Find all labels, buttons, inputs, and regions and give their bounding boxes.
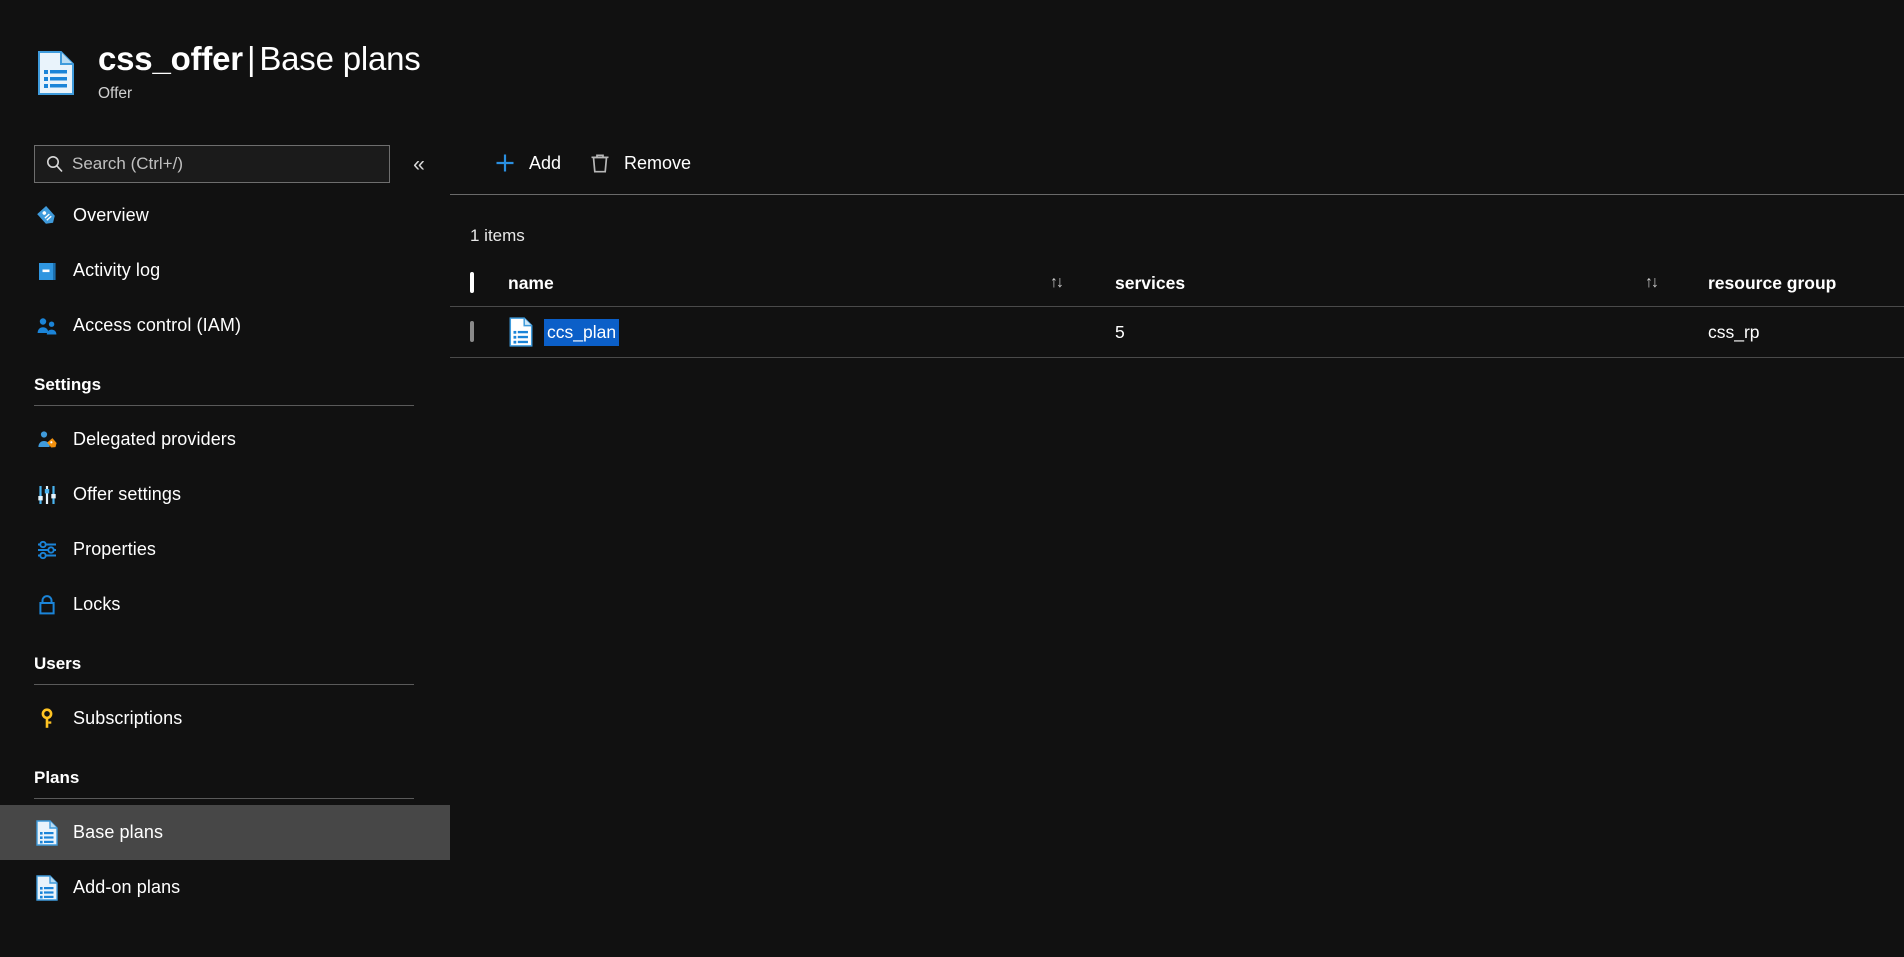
sidebar-group-users: Users — [0, 632, 450, 674]
row-name-value[interactable]: ccs_plan — [544, 319, 619, 346]
toolbar-divider — [450, 194, 1904, 195]
sidebar-item-access-control[interactable]: Access control (IAM) — [0, 298, 450, 353]
sidebar-item-label: Offer settings — [73, 484, 181, 505]
row-name-cell[interactable]: ccs_plan — [508, 317, 619, 347]
sidebar-group-title: Plans — [34, 768, 450, 788]
sidebar-group-plans: Plans — [0, 746, 450, 788]
add-button-label: Add — [529, 153, 561, 174]
sort-services-icon[interactable]: ↑↓ — [1050, 274, 1062, 292]
key-icon — [34, 706, 60, 732]
sidebar-group-divider — [34, 405, 414, 406]
trash-icon — [587, 150, 613, 176]
sidebar-item-label: Access control (IAM) — [73, 315, 241, 336]
tag-icon — [34, 203, 60, 229]
sort-resource-group-icon[interactable]: ↑↓ — [1645, 274, 1657, 292]
book-icon — [34, 258, 60, 284]
column-header-name[interactable]: name — [508, 273, 554, 294]
document-list-icon — [34, 875, 60, 901]
main-content: Add Remove 1 items name ↑↓ services ↑↓ r — [450, 132, 1904, 957]
sidebar-group-divider — [34, 684, 414, 685]
people-icon — [34, 313, 60, 339]
sidebar-search-row: « — [0, 145, 450, 185]
add-button[interactable]: Add — [492, 143, 561, 183]
sidebar-group-settings: Settings — [0, 353, 450, 395]
sidebar-item-label: Add-on plans — [73, 877, 180, 898]
checkbox-box — [470, 321, 474, 342]
select-all-checkbox[interactable] — [470, 274, 474, 292]
plans-grid: name ↑↓ services ↑↓ resource group — [450, 260, 1904, 358]
sidebar-item-label: Locks — [73, 594, 121, 615]
sidebar-item-base-plans[interactable]: Base plans — [0, 805, 450, 860]
command-toolbar: Add Remove — [450, 132, 717, 194]
checkbox-box — [470, 272, 474, 293]
sidebar-item-label: Subscriptions — [73, 708, 182, 729]
page-header: css_offer|Base plans Offer — [0, 0, 1904, 132]
plus-icon — [492, 150, 518, 176]
row-select-checkbox[interactable] — [470, 323, 474, 341]
sidebar-item-subscriptions[interactable]: Subscriptions — [0, 691, 450, 746]
sidebar-item-offer-settings[interactable]: Offer settings — [0, 467, 450, 522]
sidebar-nav-list: Overview Activity log Acc — [0, 188, 450, 915]
sidebar: « Overview — [0, 132, 450, 957]
column-header-resource-group[interactable]: resource group — [1708, 273, 1836, 294]
grid-row-divider — [450, 357, 1904, 358]
row-services-value: 5 — [1115, 322, 1125, 343]
sidebar-item-locks[interactable]: Locks — [0, 577, 450, 632]
sidebar-group-divider — [34, 798, 414, 799]
sidebar-item-properties[interactable]: Properties — [0, 522, 450, 577]
remove-button-label: Remove — [624, 153, 691, 174]
grid-header-row: name ↑↓ services ↑↓ resource group — [450, 260, 1904, 306]
sidebar-item-label: Activity log — [73, 260, 160, 281]
sidebar-item-overview[interactable]: Overview — [0, 188, 450, 243]
remove-button[interactable]: Remove — [587, 143, 691, 183]
page-title-section: Base plans — [259, 40, 420, 77]
collapse-sidebar-button[interactable]: « — [402, 151, 436, 179]
sidebar-item-label: Overview — [73, 205, 149, 226]
search-input[interactable] — [72, 154, 372, 174]
horizontal-sliders-icon — [34, 537, 60, 563]
document-list-icon — [34, 820, 60, 846]
search-box[interactable] — [34, 145, 390, 183]
table-row[interactable]: ccs_plan 5 css_rp — [450, 307, 1904, 357]
sidebar-item-label: Base plans — [73, 822, 163, 843]
page-title: css_offer|Base plans — [98, 38, 421, 80]
sidebar-group-title: Settings — [34, 375, 450, 395]
page-subtitle: Offer — [98, 84, 421, 104]
header-text-block: css_offer|Base plans Offer — [98, 38, 421, 104]
items-count-label: 1 items — [470, 226, 525, 246]
row-resource-group-value: css_rp — [1708, 322, 1760, 343]
person-tag-icon — [34, 427, 60, 453]
lock-icon — [34, 592, 60, 618]
sidebar-item-add-on-plans[interactable]: Add-on plans — [0, 860, 450, 915]
vertical-sliders-icon — [34, 482, 60, 508]
sidebar-item-label: Delegated providers — [73, 429, 236, 450]
search-icon — [45, 154, 65, 174]
sidebar-item-delegated-providers[interactable]: Delegated providers — [0, 412, 450, 467]
column-header-services[interactable]: services — [1115, 273, 1185, 294]
page-title-resource: css_offer — [98, 40, 243, 77]
sidebar-item-activity-log[interactable]: Activity log — [0, 243, 450, 298]
page-title-separator: | — [243, 40, 259, 77]
document-list-icon — [508, 317, 534, 347]
offer-document-icon — [36, 50, 76, 96]
sidebar-group-title: Users — [34, 654, 450, 674]
sidebar-item-label: Properties — [73, 539, 156, 560]
